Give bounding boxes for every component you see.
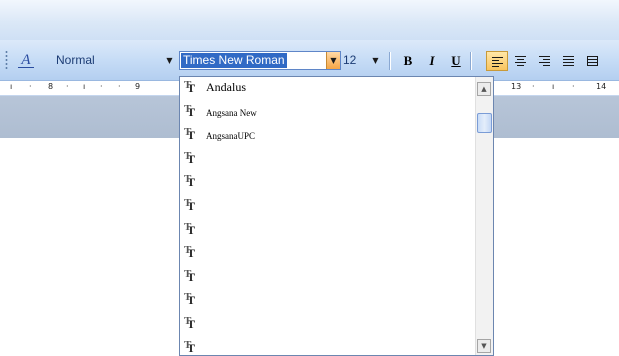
font-list-item[interactable]: T AngsanaUPC <box>180 124 476 148</box>
font-list-item[interactable]: T <box>180 289 476 313</box>
font-list-item[interactable]: T <box>180 242 476 266</box>
italic-button[interactable]: I <box>421 51 443 71</box>
align-right-icon <box>539 56 550 66</box>
formatting-toolbar: A Normal ▼ Times New Roman ▼ 12 ▼ B I U <box>0 40 619 81</box>
distributed-icon <box>587 56 598 66</box>
ruler-mark: 13 <box>511 82 522 91</box>
scroll-up-button[interactable]: ▲ <box>477 82 491 96</box>
font-list-item[interactable]: T <box>180 171 476 195</box>
font-name: Angsana New <box>206 107 257 118</box>
align-right-button[interactable] <box>534 51 556 71</box>
truetype-font-icon: T <box>184 339 200 355</box>
distributed-button[interactable] <box>582 51 604 71</box>
font-list-item[interactable]: T Andalus <box>180 77 476 101</box>
font-list-item[interactable]: T <box>180 148 476 172</box>
ruler-mark: 9 <box>135 82 141 91</box>
vertical-scrollbar[interactable]: ▲ ▼ <box>475 77 493 355</box>
align-center-icon <box>515 56 526 66</box>
scroll-down-button[interactable]: ▼ <box>477 339 491 353</box>
justify-button[interactable] <box>558 51 580 71</box>
truetype-font-icon: T <box>184 126 200 142</box>
ruler-mark: 8 <box>48 82 54 91</box>
font-name: Andalus <box>206 80 246 94</box>
font-list-item[interactable]: T <box>180 337 476 355</box>
truetype-font-icon: T <box>184 291 200 307</box>
font-value[interactable]: Times New Roman <box>181 53 287 68</box>
font-list-item[interactable]: T <box>180 266 476 290</box>
underline-button[interactable]: U <box>445 51 467 71</box>
truetype-font-icon: T <box>184 173 200 189</box>
font-list-item[interactable]: T <box>180 219 476 243</box>
title-band <box>0 0 619 40</box>
truetype-font-icon: T <box>184 79 200 95</box>
truetype-font-icon: T <box>184 315 200 331</box>
font-name: AngsanaUPC <box>206 131 255 142</box>
chevron-down-icon[interactable]: ▼ <box>163 52 176 69</box>
font-list-item[interactable]: T <box>180 195 476 219</box>
styles-formatting-icon[interactable]: A <box>15 50 37 70</box>
toolbar-grip[interactable] <box>5 50 8 70</box>
truetype-font-icon: T <box>184 150 200 166</box>
separator <box>470 52 471 70</box>
font-list-item[interactable]: T Angsana New <box>180 101 476 125</box>
truetype-font-icon: T <box>184 221 200 237</box>
truetype-font-icon: T <box>184 244 200 260</box>
font-list-item[interactable]: T <box>180 313 476 337</box>
truetype-font-icon: T <box>184 268 200 284</box>
separator <box>389 52 390 70</box>
align-center-button[interactable] <box>510 51 532 71</box>
justify-icon <box>563 56 574 66</box>
font-size-value: 12 <box>343 53 357 67</box>
scroll-thumb[interactable] <box>477 113 492 133</box>
bold-button[interactable]: B <box>397 51 419 71</box>
ruler-mark: 14 <box>596 82 607 91</box>
font-list: T Andalus T Angsana New T AngsanaUPC T T… <box>180 77 476 355</box>
align-left-button[interactable] <box>486 51 508 71</box>
truetype-font-icon: T <box>184 197 200 213</box>
font-combo[interactable]: Times New Roman ▼ <box>179 51 341 70</box>
chevron-down-icon[interactable]: ▼ <box>369 52 382 69</box>
truetype-font-icon: T <box>184 103 200 119</box>
chevron-down-icon[interactable]: ▼ <box>326 52 340 69</box>
font-size-combo[interactable]: 12 ▼ <box>339 51 383 70</box>
style-combo[interactable]: Normal ▼ <box>52 51 177 70</box>
font-dropdown-list[interactable]: T Andalus T Angsana New T AngsanaUPC T T… <box>179 76 494 356</box>
align-left-icon <box>492 57 503 67</box>
style-value: Normal <box>56 53 95 67</box>
